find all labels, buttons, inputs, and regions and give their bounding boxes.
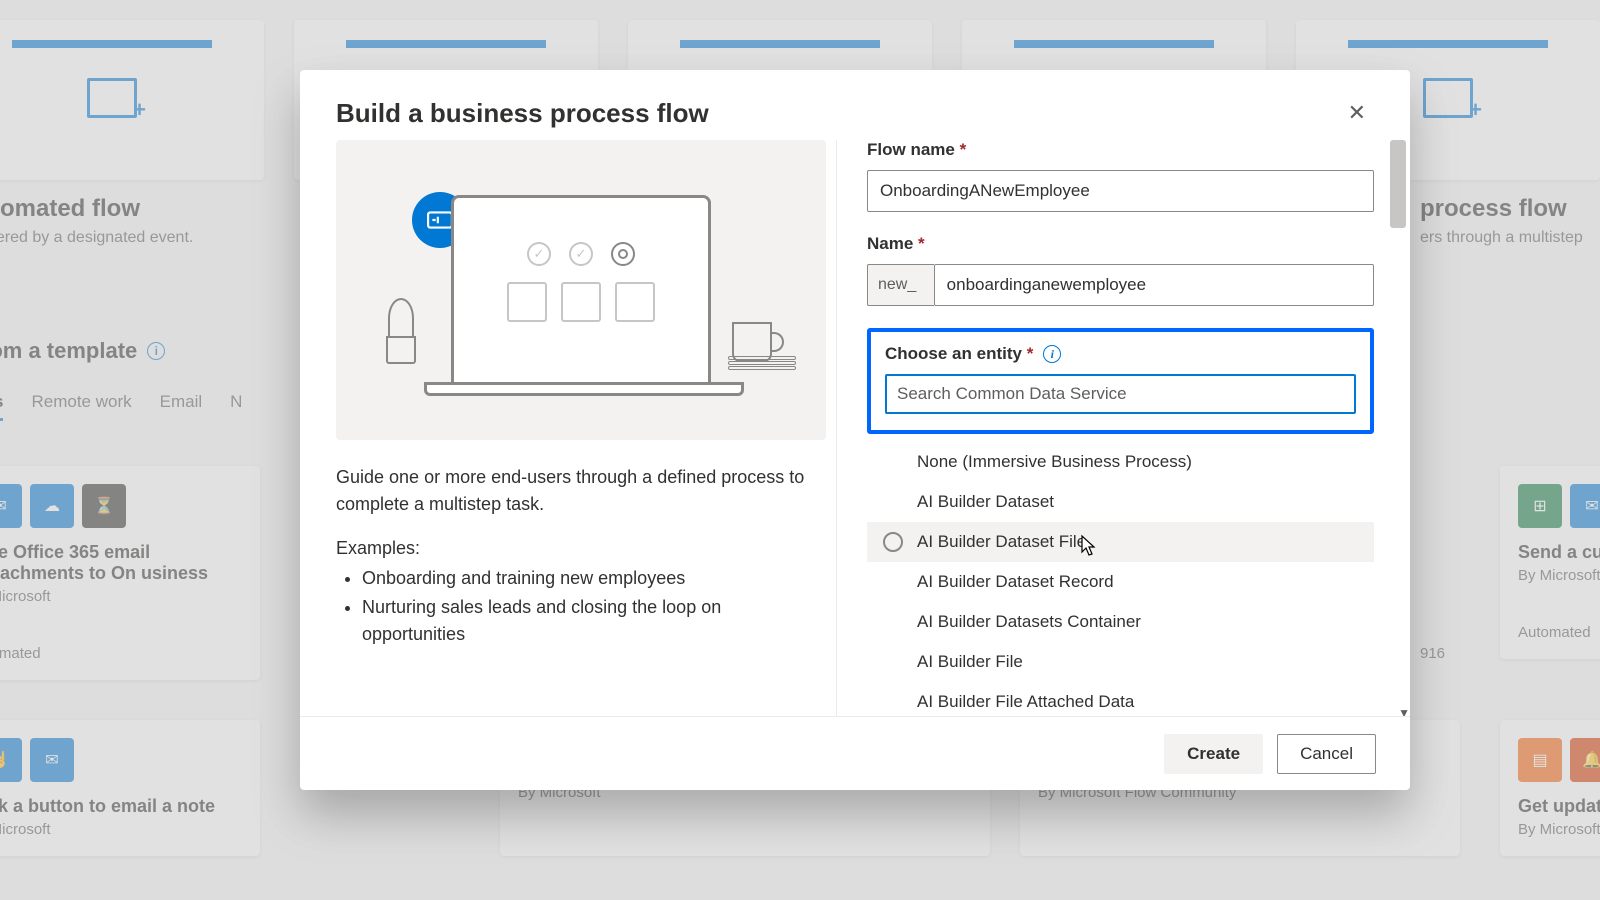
name-field: Name * new_	[867, 234, 1410, 306]
chevron-down-icon[interactable]: ▼	[1398, 706, 1410, 716]
close-button[interactable]: ✕	[1340, 96, 1374, 130]
illustration	[336, 140, 826, 440]
cancel-button[interactable]: Cancel	[1277, 734, 1376, 774]
name-label: Name *	[867, 234, 1374, 254]
flow-name-input[interactable]	[867, 170, 1374, 212]
entity-option[interactable]: AI Builder Dataset Record	[867, 562, 1374, 602]
modal-right-pane: Flow name * Name * new_ Choose an entity…	[836, 140, 1410, 716]
build-bpf-modal: Build a business process flow ✕ Guide on…	[300, 70, 1410, 790]
modal-footer: Create Cancel	[300, 716, 1410, 790]
flow-name-field: Flow name *	[867, 140, 1410, 212]
entity-option[interactable]: AI Builder File Attached Data	[867, 682, 1374, 716]
flow-name-label: Flow name *	[867, 140, 1374, 160]
modal-title: Build a business process flow	[336, 98, 709, 129]
entity-option[interactable]: None (Immersive Business Process)	[867, 442, 1374, 482]
example-item: Onboarding and training new employees	[362, 565, 806, 592]
entity-option[interactable]: AI Builder Dataset File	[867, 522, 1374, 562]
entity-dropdown-list: None (Immersive Business Process) AI Bui…	[867, 442, 1410, 716]
modal-left-pane: Guide one or more end-users through a de…	[336, 140, 836, 716]
info-icon[interactable]: i	[1043, 345, 1061, 363]
name-input[interactable]	[934, 264, 1374, 306]
examples-label: Examples:	[336, 538, 806, 559]
choose-entity-field: Choose an entity * i	[867, 328, 1374, 434]
entity-option[interactable]: AI Builder Dataset	[867, 482, 1374, 522]
entity-option[interactable]: AI Builder Datasets Container	[867, 602, 1374, 642]
modal-description: Guide one or more end-users through a de…	[336, 464, 806, 518]
scrollbar-thumb[interactable]	[1390, 140, 1406, 228]
example-item: Nurturing sales leads and closing the lo…	[362, 594, 806, 648]
create-button[interactable]: Create	[1164, 734, 1263, 774]
entity-search-input[interactable]	[885, 374, 1356, 414]
choose-entity-label: Choose an entity * i	[885, 344, 1356, 364]
radio-icon	[883, 532, 903, 552]
examples-list: Onboarding and training new employees Nu…	[336, 565, 806, 648]
entity-option[interactable]: AI Builder File	[867, 642, 1374, 682]
name-prefix: new_	[867, 264, 934, 306]
